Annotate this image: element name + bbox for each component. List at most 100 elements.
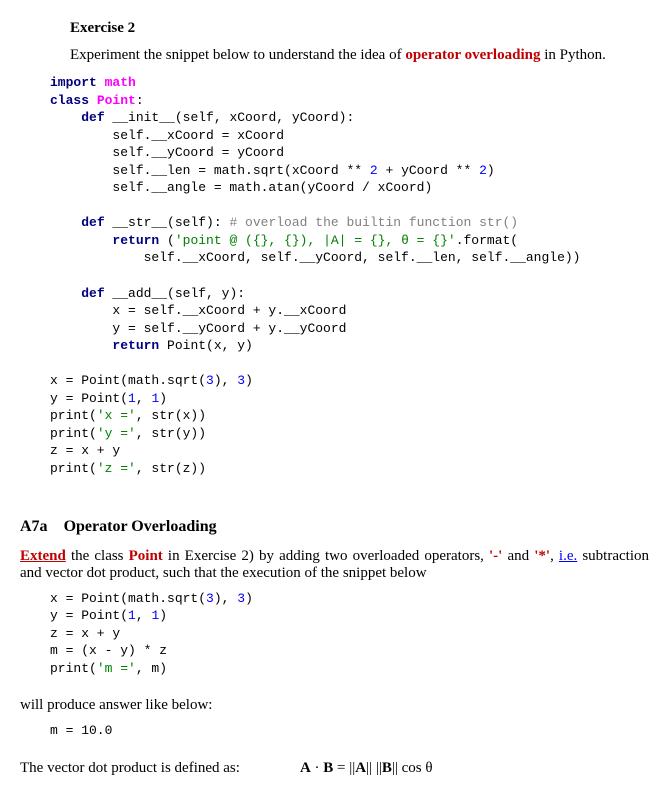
formula-intro: The vector dot product is defined as: — [20, 760, 240, 777]
text: and — [502, 548, 534, 564]
string: 'z =' — [97, 461, 136, 476]
code-pre: y = Point( — [50, 391, 128, 406]
code-post: , m) — [136, 661, 167, 676]
formula-line: The vector dot product is defined as: A … — [20, 760, 649, 777]
ie: i.e. — [559, 548, 577, 564]
kw-class: class — [50, 93, 89, 108]
code-pre: print( — [50, 426, 97, 441]
end: || cos θ — [392, 760, 433, 776]
vec-A2: A — [355, 760, 366, 776]
code-post: ) — [487, 163, 495, 178]
code-mid: , — [136, 391, 152, 406]
op-mul: '*' — [534, 548, 550, 564]
code-end: .format( — [456, 233, 518, 248]
op-minus: '-' — [489, 548, 502, 564]
num: 3 — [206, 373, 214, 388]
num: 2 — [370, 163, 378, 178]
code-line: y = self.__yCoord + y.__yCoord — [50, 321, 346, 336]
code-line: self.__angle = math.atan(yCoord / xCoord… — [50, 180, 432, 195]
code-line: self.__xCoord, self.__yCoord, self.__len… — [50, 250, 581, 265]
indent — [50, 233, 112, 248]
code-pre: print( — [50, 461, 97, 476]
vec-A: A — [300, 760, 311, 776]
code-line: self.__xCoord = xCoord — [50, 128, 284, 143]
output-line: m = 10.0 — [50, 723, 112, 738]
code-rest: Point(x, y) — [159, 338, 253, 353]
text: , — [550, 548, 559, 564]
instruction-bold: operator overloading — [405, 47, 540, 63]
code-post: ) — [159, 608, 167, 623]
vec-B2: B — [382, 760, 392, 776]
code-pre: print( — [50, 408, 97, 423]
kw-import: import — [50, 75, 97, 90]
result-output: m = 10.0 — [50, 722, 649, 740]
kw-return: return — [112, 338, 159, 353]
string: 'x =' — [97, 408, 136, 423]
string: 'm =' — [97, 661, 136, 676]
num: 3 — [237, 373, 245, 388]
text: in Exercise 2) by adding two overloaded … — [163, 548, 489, 564]
instruction-text-post: in Python. — [540, 47, 605, 63]
extend-instruction: Extend the class Point in Exercise 2) by… — [20, 548, 649, 582]
code-line: z = x + y — [50, 443, 120, 458]
def-add: __add__(self, y): — [105, 286, 245, 301]
comment: # overload the builtin function str() — [229, 215, 518, 230]
num: 3 — [206, 591, 214, 606]
instruction-text-pre: Experiment the snippet below to understa… — [70, 47, 405, 63]
code-line: m = (x - y) * z — [50, 643, 167, 658]
code-pre: x = Point(math.sqrt( — [50, 591, 206, 606]
code-pre: x = Point(math.sqrt( — [50, 373, 206, 388]
colon: : — [136, 93, 144, 108]
section-title: Operator Overloading — [64, 518, 217, 535]
code-pre: print( — [50, 661, 97, 676]
exercise-title: Exercise 2 — [70, 20, 649, 37]
code-line: self.__yCoord = yCoord — [50, 145, 284, 160]
indent — [50, 110, 81, 125]
code-mid: , — [136, 608, 152, 623]
kw-def: def — [81, 215, 104, 230]
num: 1 — [128, 391, 136, 406]
indent — [50, 286, 81, 301]
code-post: ) — [245, 373, 253, 388]
mid: || || — [366, 760, 382, 776]
result-intro: will produce answer like below: — [20, 697, 649, 714]
num: 2 — [479, 163, 487, 178]
code-mid: + yCoord ** — [378, 163, 479, 178]
section-num: A7a — [20, 518, 48, 535]
indent — [50, 338, 112, 353]
mod-math: math — [105, 75, 136, 90]
eq: = || — [333, 760, 355, 776]
exercise-instruction: Experiment the snippet below to understa… — [70, 47, 649, 64]
def-init: __init__(self, xCoord, yCoord): — [105, 110, 355, 125]
text: the class — [66, 548, 129, 564]
kw-def: def — [81, 286, 104, 301]
code-pre: self.__len = math.sqrt(xCoord ** — [50, 163, 370, 178]
class-point: Point — [129, 548, 163, 564]
num: 3 — [237, 591, 245, 606]
dot: · — [311, 760, 324, 776]
num: 1 — [128, 608, 136, 623]
kw-return: return — [112, 233, 159, 248]
section-heading: A7a Operator Overloading — [20, 518, 649, 536]
code-post: , str(y)) — [136, 426, 206, 441]
cls-name: Point — [97, 93, 136, 108]
word-extend: Extend — [20, 548, 66, 564]
code-post: , str(x)) — [136, 408, 206, 423]
string: 'y =' — [97, 426, 136, 441]
code-block-2: x = Point(math.sqrt(3), 3) y = Point(1, … — [50, 590, 649, 678]
code-post: ) — [245, 591, 253, 606]
kw-def: def — [81, 110, 104, 125]
code-rest: ( — [159, 233, 175, 248]
code-line: x = self.__xCoord + y.__xCoord — [50, 303, 346, 318]
code-mid: ), — [214, 591, 237, 606]
def-str: __str__(self): — [105, 215, 230, 230]
code-post: , str(z)) — [136, 461, 206, 476]
code-line: z = x + y — [50, 626, 120, 641]
string: 'point @ ({}, {}), |A| = {}, θ = {}' — [175, 233, 456, 248]
code-pre: y = Point( — [50, 608, 128, 623]
code-post: ) — [159, 391, 167, 406]
indent — [50, 215, 81, 230]
code-block-1: import math class Point: def __init__(se… — [50, 74, 649, 478]
formula-expr: A · B = ||A|| ||B|| cos θ — [300, 760, 433, 777]
vec-B: B — [323, 760, 333, 776]
